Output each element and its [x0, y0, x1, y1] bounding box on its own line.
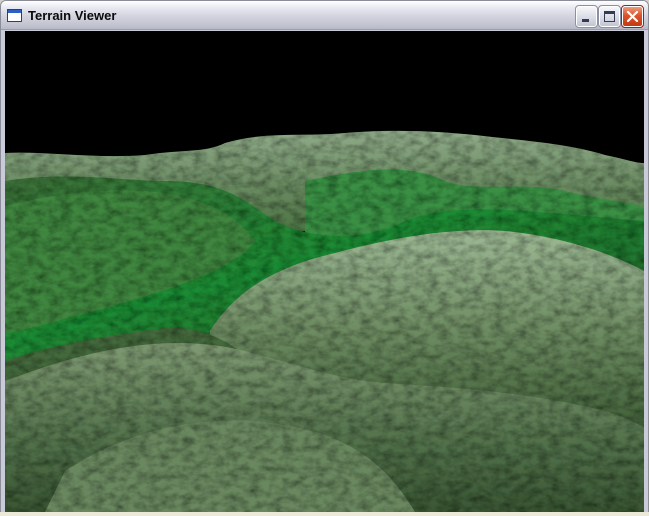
close-button[interactable]	[621, 5, 644, 28]
terrain-viewer-window: Terrain Viewer	[0, 0, 649, 514]
maximize-button[interactable]	[598, 5, 621, 28]
window-controls	[575, 5, 644, 28]
minimize-button[interactable]	[575, 5, 598, 28]
close-icon	[626, 10, 639, 23]
minimize-icon	[582, 19, 589, 22]
terrain-render	[5, 130, 644, 512]
underlying-desktop-strip	[0, 512, 649, 516]
application-window-icon[interactable]	[7, 9, 22, 22]
title-bar[interactable]: Terrain Viewer	[1, 1, 648, 30]
terrain-3d-viewport[interactable]	[5, 31, 644, 512]
window-title: Terrain Viewer	[28, 8, 117, 23]
maximize-icon	[604, 11, 615, 22]
